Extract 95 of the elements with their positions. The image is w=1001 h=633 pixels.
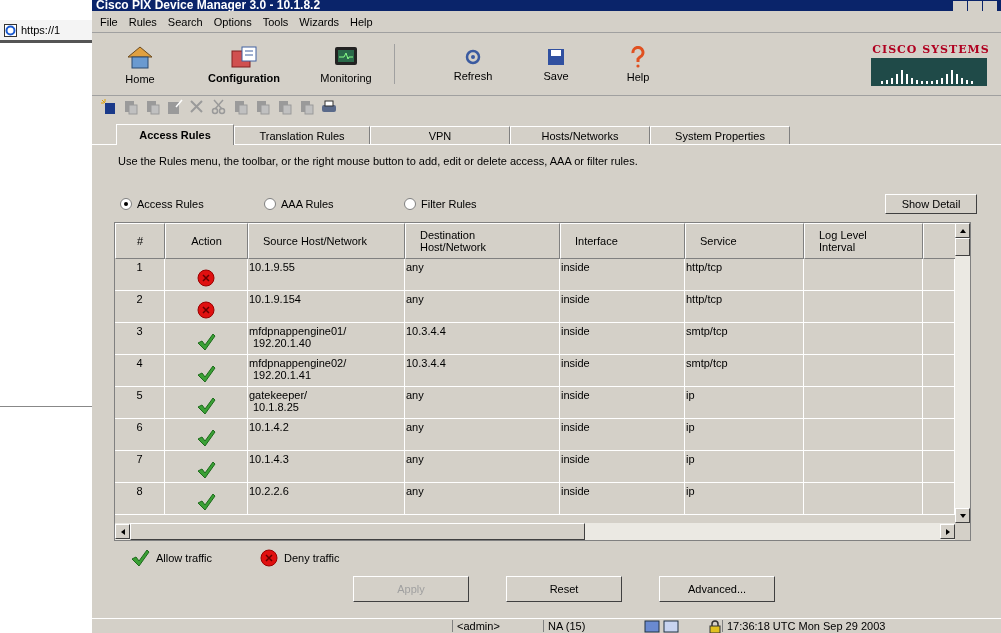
- show-detail-button[interactable]: Show Detail: [885, 194, 977, 214]
- column-header[interactable]: Action: [165, 223, 248, 259]
- menu-item[interactable]: Help: [350, 16, 373, 28]
- toolbar-button[interactable]: Save: [533, 36, 579, 92]
- menu-item[interactable]: Search: [167, 16, 203, 28]
- radio-icon[interactable]: [264, 198, 276, 210]
- tab[interactable]: VPN: [370, 126, 510, 144]
- column-header[interactable]: Service: [685, 223, 804, 259]
- browser-icon: [4, 23, 17, 37]
- address-text: https://1: [21, 24, 61, 36]
- table-cell: any: [405, 451, 560, 483]
- toolbar-button[interactable]: Home: [114, 36, 166, 92]
- table-cell: inside: [560, 387, 685, 419]
- table-cell: ip: [685, 419, 804, 451]
- radio-option[interactable]: AAA Rules: [264, 198, 404, 210]
- table-cell: inside: [560, 355, 685, 387]
- column-header[interactable]: #: [115, 223, 165, 259]
- instruction-text: Use the Rules menu, the toolbar, or the right mouse button to add, edit or delete access, AAA or filter rules.: [118, 155, 639, 167]
- table-cell: 10.1.9.154: [248, 291, 405, 323]
- table-cell: ip: [685, 451, 804, 483]
- table-cell: ip: [685, 483, 804, 515]
- table-cell: any: [405, 387, 560, 419]
- menu-item[interactable]: Options: [213, 16, 252, 28]
- legend-label: Allow traffic: [156, 552, 213, 564]
- table-cell: any: [405, 483, 560, 515]
- column-header[interactable]: Source Host/Network: [248, 223, 405, 259]
- table-cell: 5: [115, 387, 165, 419]
- table-cell: 10.1.4.3: [248, 451, 405, 483]
- scroll-right-button[interactable]: [940, 524, 955, 539]
- table-cell: any: [405, 291, 560, 323]
- action-button[interactable]: Advanced...: [659, 576, 775, 602]
- radio-icon[interactable]: [404, 198, 416, 210]
- table-cell: inside: [560, 259, 685, 291]
- radio-option[interactable]: Access Rules: [120, 198, 220, 210]
- table-cell: 10.1.9.55: [248, 259, 405, 291]
- tab[interactable]: System Properties: [650, 126, 790, 144]
- menu-item[interactable]: Tools: [262, 16, 289, 28]
- scroll-left-button[interactable]: [115, 524, 130, 539]
- column-header[interactable]: Log Level Interval: [804, 223, 923, 259]
- menu-item[interactable]: File: [100, 16, 118, 28]
- scroll-thumb[interactable]: [130, 523, 585, 540]
- status-time: 17:36:18 UTC Mon Sep 29 2003: [722, 620, 927, 632]
- table-cell: inside: [560, 483, 685, 515]
- radio-option[interactable]: Filter Rules: [404, 198, 544, 210]
- table-cell: 7: [115, 451, 165, 483]
- table-cell: 1: [115, 259, 165, 291]
- table-cell: 3: [115, 323, 165, 355]
- logo-text: CISCO SYSTEMS: [871, 42, 991, 56]
- toolbar-button[interactable]: Monitoring: [314, 36, 378, 92]
- table-cell: inside: [560, 451, 685, 483]
- tab[interactable]: Translation Rules: [234, 126, 370, 144]
- table-cell: any: [405, 259, 560, 291]
- brick-wall-icon: [230, 44, 258, 69]
- toolbar-button[interactable]: Refresh: [443, 36, 503, 92]
- vertical-scrollbar[interactable]: [955, 223, 970, 523]
- table-cell: mfdpnappengine02/ 192.20.1.41: [248, 355, 405, 387]
- new-page-icon[interactable]: [100, 98, 118, 116]
- table-cell: 10.3.4.4: [405, 323, 560, 355]
- table-cell: 10.1.4.2: [248, 419, 405, 451]
- table-cell: gatekeeper/ 10.1.8.25: [248, 387, 405, 419]
- table-cell: 2: [115, 291, 165, 323]
- table-cell: smtp/tcp: [685, 355, 804, 387]
- table-cell: 10.3.4.4: [405, 355, 560, 387]
- status-user: <admin>: [452, 620, 543, 632]
- menu-item[interactable]: Rules: [128, 16, 157, 28]
- horizontal-scrollbar[interactable]: [115, 523, 955, 540]
- tab[interactable]: Hosts/Networks: [510, 126, 650, 144]
- scroll-thumb[interactable]: [955, 238, 970, 256]
- scroll-down-button[interactable]: [955, 508, 970, 523]
- menu-item[interactable]: Wizards: [299, 16, 340, 28]
- lock-icon: [708, 619, 722, 633]
- table-cell: http/tcp: [685, 259, 804, 291]
- table-cell: any: [405, 419, 560, 451]
- table-cell: inside: [560, 419, 685, 451]
- tab[interactable]: Access Rules: [116, 124, 234, 145]
- table-cell: 8: [115, 483, 165, 515]
- table-cell: smtp/tcp: [685, 323, 804, 355]
- table-cell: inside: [560, 323, 685, 355]
- table-cell: 6: [115, 419, 165, 451]
- column-header[interactable]: Interface: [560, 223, 685, 259]
- table-cell: 4: [115, 355, 165, 387]
- table-cell: mfdpnappengine01/ 192.20.1.40: [248, 323, 405, 355]
- toolbar-button[interactable]: Help: [615, 36, 661, 92]
- table-cell: http/tcp: [685, 291, 804, 323]
- toolbar-button[interactable]: Configuration: [194, 37, 294, 91]
- address-bar[interactable]: https://1: [0, 20, 92, 43]
- legend-label: Deny traffic: [284, 552, 340, 564]
- radio-icon[interactable]: [120, 198, 132, 210]
- action-button[interactable]: Reset: [506, 576, 622, 602]
- table-cell: ip: [685, 387, 804, 419]
- window-title: Cisco PIX Device Manager 3.0 - 10.1.8.2: [96, 0, 321, 11]
- table-cell: inside: [560, 291, 685, 323]
- table-cell: 10.2.2.6: [248, 483, 405, 515]
- scroll-up-button[interactable]: [955, 223, 970, 238]
- column-header[interactable]: Destination Host/Network: [405, 223, 560, 259]
